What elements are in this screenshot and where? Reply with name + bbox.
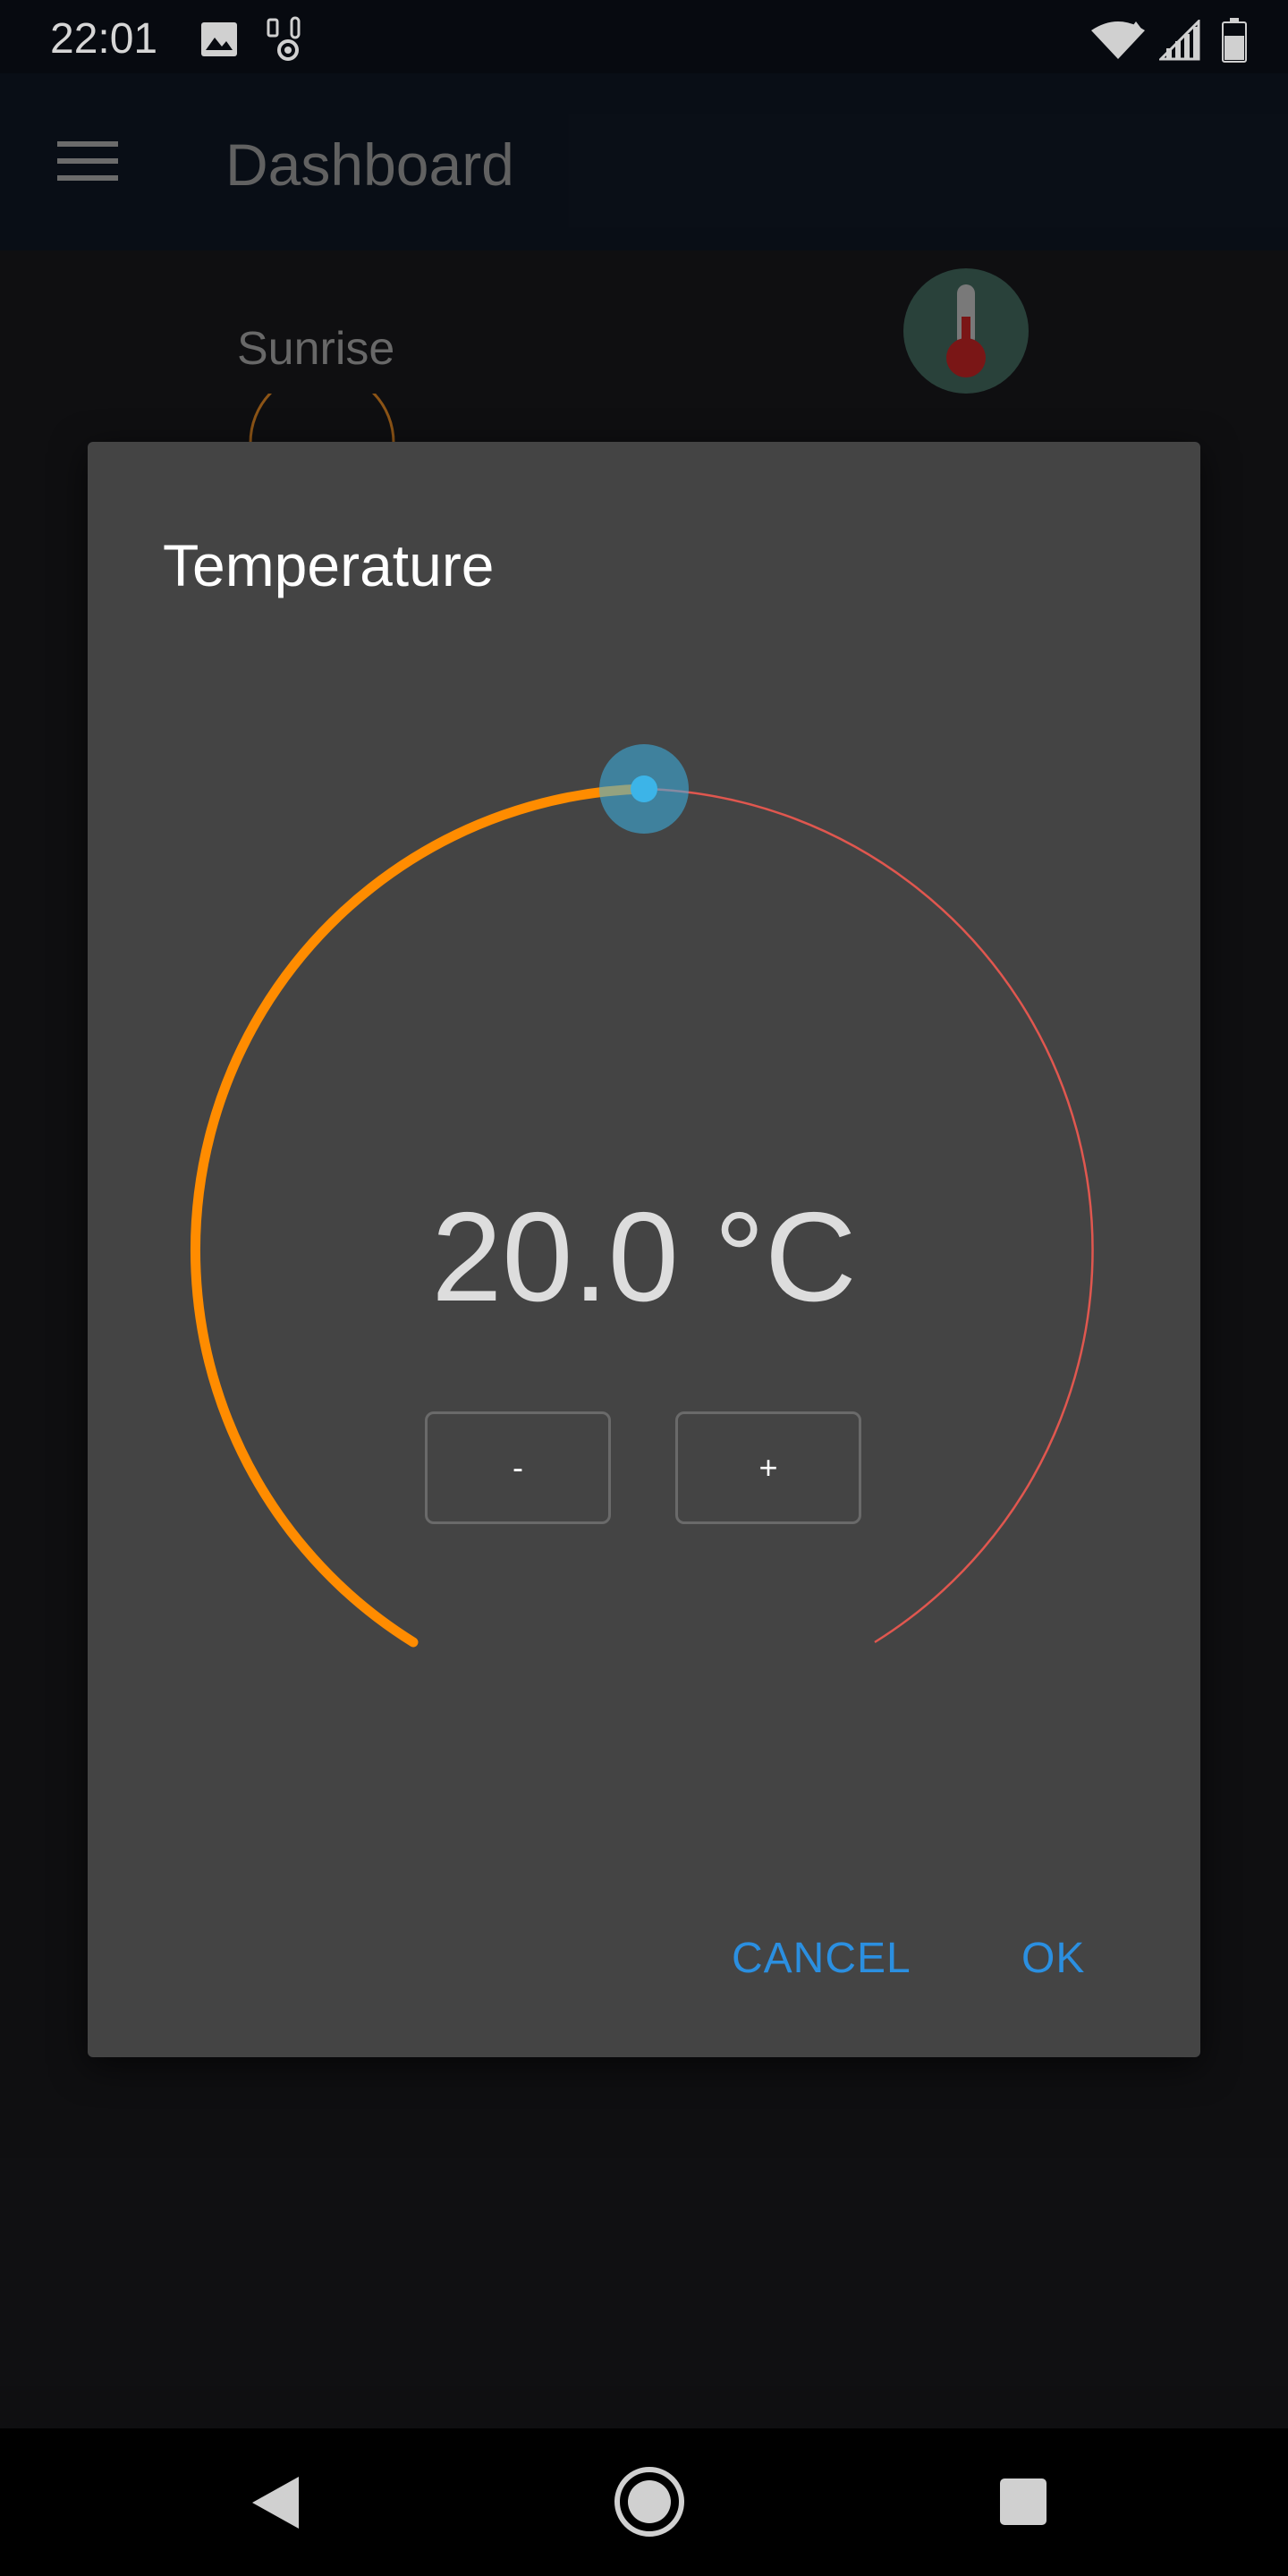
decrease-button[interactable]: - (425, 1411, 611, 1524)
recents-icon[interactable] (998, 2477, 1048, 2527)
increase-button[interactable]: + (675, 1411, 861, 1524)
home-icon[interactable] (614, 2466, 685, 2538)
status-time: 22:01 (50, 15, 158, 63)
wifi-icon (1091, 21, 1145, 59)
signal-icon (1159, 20, 1200, 61)
temperature-dialog: Temperature 20.0 °C - + CANCEL OK (88, 442, 1200, 2057)
page-title: Dashboard (225, 131, 514, 198)
navigation-bar (0, 2428, 1288, 2576)
thermometer-button[interactable] (903, 268, 1029, 394)
status-bar: 22:01 (0, 0, 1288, 73)
back-icon[interactable] (250, 2475, 301, 2530)
thermometer-icon (946, 284, 986, 377)
ok-button[interactable]: OK (1021, 1934, 1085, 1983)
image-icon (201, 22, 237, 56)
sunrise-label: Sunrise (237, 323, 395, 375)
app-bar: Dashboard (0, 73, 1288, 250)
battery-icon (1222, 18, 1247, 63)
hamburger-menu-icon[interactable] (57, 138, 118, 184)
dial-thumb[interactable] (631, 775, 657, 802)
cancel-button[interactable]: CANCEL (732, 1934, 911, 1983)
sunrise-gauge-arc (249, 394, 395, 444)
temperature-value: 20.0 °C (431, 1186, 857, 1328)
settings-notification-icon (267, 16, 301, 61)
